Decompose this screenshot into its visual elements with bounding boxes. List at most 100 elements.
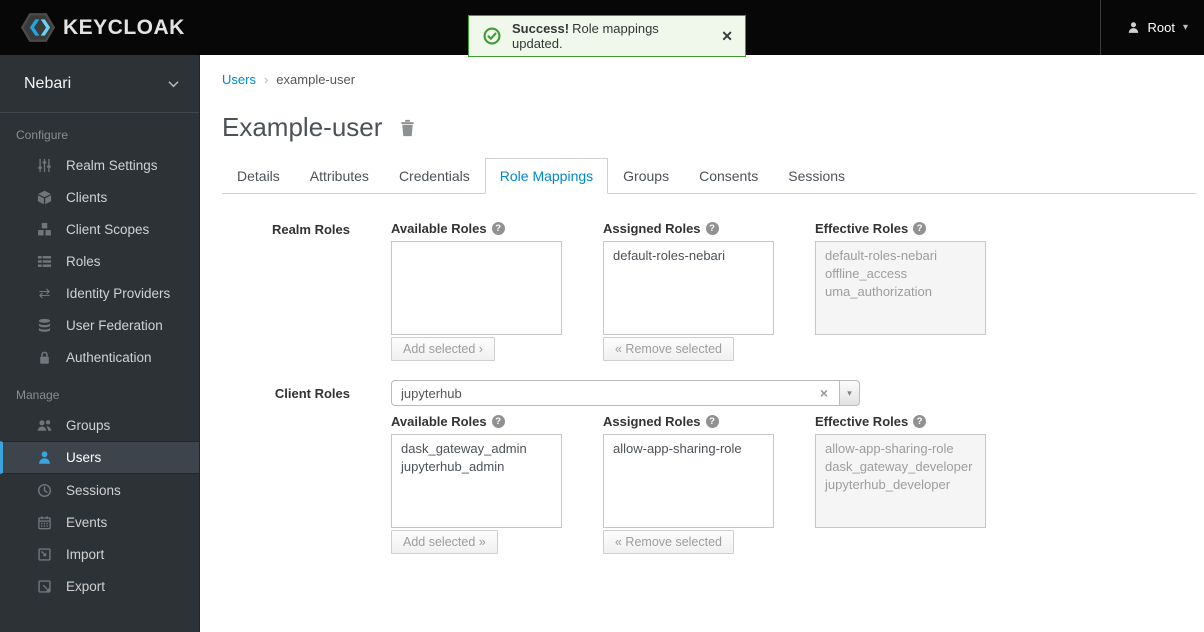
client-roles-select-row: Client Roles × ▾ (222, 380, 1196, 406)
role-option[interactable]: dask_gateway_admin (401, 440, 552, 458)
sidebar-item-label: Export (66, 578, 106, 594)
client-effective-listbox: allow-app-sharing-role dask_gateway_deve… (815, 434, 986, 528)
tab-attributes[interactable]: Attributes (295, 158, 384, 194)
tab-credentials[interactable]: Credentials (384, 158, 485, 194)
help-icon[interactable]: ? (913, 222, 927, 235)
sidebar-item-label: Import (66, 546, 105, 562)
sidebar: Nebari Configure Realm Settings Clients (0, 55, 200, 632)
sidebar-item-authentication[interactable]: Authentication (0, 341, 199, 373)
user-menu-label: Root (1147, 20, 1175, 35)
sidebar-item-sessions[interactable]: Sessions (0, 474, 199, 506)
sidebar-item-label: Client Scopes (66, 221, 150, 237)
realm-available-listbox[interactable] (391, 241, 562, 335)
clear-icon[interactable]: × (818, 386, 830, 400)
client-select-input[interactable] (401, 385, 818, 401)
realm-effective-listbox: default-roles-nebari offline_access uma_… (815, 241, 986, 335)
sidebar-item-roles[interactable]: Roles (0, 245, 199, 277)
sidebar-section-manage: Manage (16, 388, 60, 402)
sidebar-item-export[interactable]: Export (0, 570, 199, 602)
role-option: allow-app-sharing-role (825, 441, 954, 456)
sidebar-section-configure: Configure (16, 128, 69, 142)
sidebar-item-user-federation[interactable]: User Federation (0, 309, 199, 341)
client-remove-selected-button[interactable]: « Remove selected (603, 530, 735, 554)
role-option: default-roles-nebari (825, 248, 938, 263)
sidebar-item-events[interactable]: Events (0, 506, 199, 538)
client-select-combobox[interactable]: × ▾ (391, 380, 860, 406)
realm-available-header: Available Roles (391, 221, 487, 236)
role-option: dask_gateway_developer (825, 459, 973, 474)
calendar-icon (36, 515, 53, 530)
sidebar-item-identity-providers[interactable]: ⇄ Identity Providers (0, 277, 199, 309)
realm-name: Nebari (24, 74, 72, 92)
chevron-down-icon (168, 80, 179, 88)
users-icon (36, 418, 53, 433)
realm-effective-column: Effective Roles ? default-roles-nebari o… (815, 221, 986, 335)
role-mappings-form: Realm Roles Available Roles ? Add select… (222, 221, 1196, 554)
help-icon[interactable]: ? (705, 415, 719, 428)
sidebar-item-label: Realm Settings (66, 157, 158, 173)
check-circle-icon (483, 27, 501, 45)
realm-roles-label: Realm Roles (271, 222, 350, 237)
tab-groups[interactable]: Groups (608, 158, 684, 194)
sidebar-item-clients[interactable]: Clients (0, 181, 199, 213)
sidebar-item-users[interactable]: Users (0, 441, 199, 474)
realm-assigned-header: Assigned Roles (603, 221, 701, 236)
import-icon (36, 547, 53, 562)
breadcrumb-current: example-user (276, 72, 356, 87)
sidebar-item-realm-settings[interactable]: Realm Settings (0, 149, 199, 181)
help-icon[interactable]: ? (705, 222, 719, 235)
sidebar-item-import[interactable]: Import (0, 538, 199, 570)
success-alert: Success! Role mappings updated. ✕ (468, 15, 746, 57)
help-icon[interactable]: ? (491, 415, 505, 428)
client-assigned-column: Assigned Roles ? allow-app-sharing-role … (603, 414, 774, 554)
client-add-selected-button[interactable]: Add selected » (391, 530, 498, 554)
role-option: jupyterhub_developer (825, 477, 951, 492)
client-roles-label: Client Roles (274, 386, 350, 401)
breadcrumb-users-link[interactable]: Users (222, 72, 256, 87)
client-available-listbox[interactable]: dask_gateway_admin jupyterhub_admin (391, 434, 562, 528)
page-title: Example-user (222, 112, 383, 142)
realm-selector[interactable]: Nebari (0, 55, 199, 113)
breadcrumb: Users › example-user (222, 72, 1196, 87)
user-menu[interactable]: Root ▾ (1099, 0, 1204, 55)
client-effective-column: Effective Roles ? allow-app-sharing-role… (815, 414, 986, 528)
role-option[interactable]: allow-app-sharing-role (613, 440, 764, 458)
realm-add-selected-button[interactable]: Add selected › (391, 337, 495, 361)
realm-remove-selected-button[interactable]: « Remove selected (603, 337, 735, 361)
sidebar-item-client-scopes[interactable]: Client Scopes (0, 213, 199, 245)
tab-details[interactable]: Details (222, 158, 295, 194)
client-assigned-header: Assigned Roles (603, 414, 701, 429)
tab-role-mappings[interactable]: Role Mappings (484, 158, 609, 194)
client-available-header: Available Roles (391, 414, 487, 429)
client-assigned-listbox[interactable]: allow-app-sharing-role (603, 434, 774, 528)
alert-title: Success! (512, 21, 570, 36)
keycloak-logo[interactable]: KEYCLOAK (0, 12, 185, 43)
role-option[interactable]: jupyterhub_admin (401, 458, 552, 476)
realm-assigned-column: Assigned Roles ? default-roles-nebari « … (603, 221, 774, 361)
role-option: uma_authorization (825, 284, 932, 299)
main-content: Users › example-user Example-user Details … (200, 55, 1204, 632)
combobox-dropdown-button[interactable]: ▾ (839, 380, 860, 406)
help-icon[interactable]: ? (913, 415, 927, 428)
realm-assigned-listbox[interactable]: default-roles-nebari (603, 241, 774, 335)
sidebar-item-groups[interactable]: Groups (0, 409, 199, 441)
help-icon[interactable]: ? (491, 222, 505, 235)
close-icon[interactable]: ✕ (721, 28, 733, 45)
sliders-icon (36, 158, 53, 173)
realm-effective-header: Effective Roles (815, 221, 909, 236)
cube-icon (36, 190, 53, 205)
sidebar-item-label: Identity Providers (66, 285, 171, 301)
chevron-down-icon: ▾ (1182, 22, 1188, 33)
client-roles-section: Available Roles ? dask_gateway_admin jup… (222, 414, 1196, 554)
realm-available-column: Available Roles ? Add selected › (391, 221, 562, 361)
sidebar-item-label: Sessions (66, 482, 121, 498)
role-option: offline_access (825, 266, 908, 281)
tab-sessions[interactable]: Sessions (773, 158, 860, 194)
brand-title: KEYCLOAK (63, 15, 185, 39)
trash-icon[interactable] (399, 119, 416, 137)
keycloak-hexagon-icon (20, 12, 56, 43)
role-option[interactable]: default-roles-nebari (613, 247, 764, 265)
sidebar-item-label: Roles (66, 253, 101, 269)
tab-consents[interactable]: Consents (684, 158, 773, 194)
user-icon (36, 450, 53, 465)
